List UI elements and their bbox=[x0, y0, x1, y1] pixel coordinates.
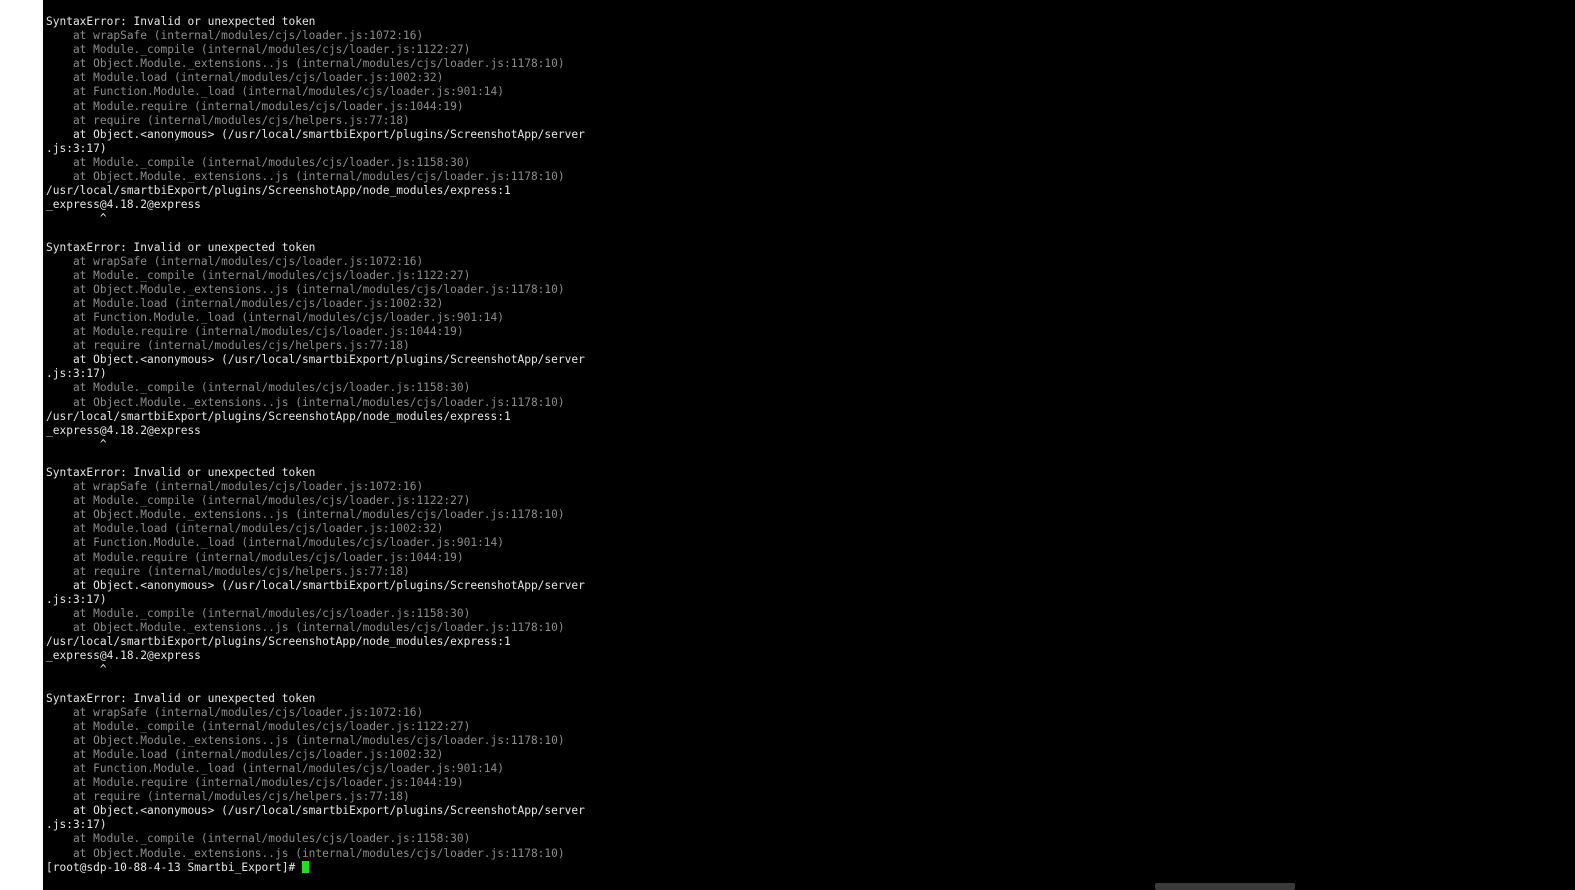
terminal-line: ^ bbox=[46, 437, 107, 451]
terminal-line: .js:3:17) bbox=[46, 818, 107, 832]
terminal-line: at Object.<anonymous> (/usr/local/smartb… bbox=[46, 578, 585, 592]
terminal-line: at Module.require (internal/modules/cjs/… bbox=[46, 550, 464, 564]
terminal-line: SyntaxError: Invalid or unexpected token bbox=[46, 240, 316, 254]
terminal-line: at Object.<anonymous> (/usr/local/smartb… bbox=[46, 804, 585, 818]
terminal-line: _express@4.18.2@express bbox=[46, 423, 201, 437]
terminal-line: at Object.Module._extensions..js (intern… bbox=[46, 508, 565, 522]
terminal-line: at Object.Module._extensions..js (intern… bbox=[46, 170, 565, 184]
terminal-line: at Module.require (internal/modules/cjs/… bbox=[46, 776, 464, 790]
terminal-line: at Module.require (internal/modules/cjs/… bbox=[46, 99, 464, 113]
terminal-line: at Module._compile (internal/modules/cjs… bbox=[46, 155, 471, 169]
terminal-line: at Module._compile (internal/modules/cjs… bbox=[46, 268, 471, 282]
terminal-line: at wrapSafe (internal/modules/cjs/loader… bbox=[46, 254, 424, 268]
terminal-line: at Object.Module._extensions..js (intern… bbox=[46, 57, 565, 71]
terminal-line: at require (internal/modules/cjs/helpers… bbox=[46, 790, 410, 804]
terminal-line: at Module._compile (internal/modules/cjs… bbox=[46, 832, 471, 846]
terminal-line: at Function.Module._load (internal/modul… bbox=[46, 536, 505, 550]
terminal-line: /usr/local/smartbiExport/plugins/Screens… bbox=[46, 184, 511, 198]
terminal-line: SyntaxError: Invalid or unexpected token bbox=[46, 691, 316, 705]
terminal-line: at Module._compile (internal/modules/cjs… bbox=[46, 606, 471, 620]
terminal-line: at Module.load (internal/modules/cjs/loa… bbox=[46, 747, 444, 761]
terminal-line: ^ bbox=[46, 663, 107, 677]
terminal-line: at Object.Module._extensions..js (intern… bbox=[46, 846, 565, 860]
terminal-line: .js:3:17) bbox=[46, 141, 107, 155]
terminal-line: at Module.load (internal/modules/cjs/loa… bbox=[46, 522, 444, 536]
terminal-line: _express@4.18.2@express bbox=[46, 198, 201, 212]
terminal-line: at Module._compile (internal/modules/cjs… bbox=[46, 381, 471, 395]
terminal-line: .js:3:17) bbox=[46, 367, 107, 381]
prompt-text: [root@sdp-10-88-4-13 Smartbi_Export]# bbox=[46, 860, 302, 874]
terminal-line: at Object.Module._extensions..js (intern… bbox=[46, 395, 565, 409]
screen: SyntaxError: Invalid or unexpected token… bbox=[0, 0, 1575, 890]
terminal-line: at Object.Module._extensions..js (intern… bbox=[46, 621, 565, 635]
shell-prompt[interactable]: [root@sdp-10-88-4-13 Smartbi_Export]# bbox=[46, 860, 1566, 875]
terminal-line: at wrapSafe (internal/modules/cjs/loader… bbox=[46, 29, 424, 43]
terminal-line: /usr/local/smartbiExport/plugins/Screens… bbox=[46, 635, 511, 649]
terminal-line: at Object.Module._extensions..js (intern… bbox=[46, 733, 565, 747]
terminal-line: at wrapSafe (internal/modules/cjs/loader… bbox=[46, 705, 424, 719]
terminal-line: at Object.Module._extensions..js (intern… bbox=[46, 282, 565, 296]
terminal-line: /usr/local/smartbiExport/plugins/Screens… bbox=[46, 409, 511, 423]
terminal-line: SyntaxError: Invalid or unexpected token bbox=[46, 15, 316, 28]
scrollbar-thumb[interactable] bbox=[1155, 883, 1295, 890]
terminal-line: at Module._compile (internal/modules/cjs… bbox=[46, 494, 471, 508]
terminal-line: at require (internal/modules/cjs/helpers… bbox=[46, 339, 410, 353]
terminal-line: at Function.Module._load (internal/modul… bbox=[46, 85, 505, 99]
terminal-output: SyntaxError: Invalid or unexpected token… bbox=[46, 15, 1566, 875]
terminal-line: SyntaxError: Invalid or unexpected token bbox=[46, 466, 316, 479]
terminal-line: at require (internal/modules/cjs/helpers… bbox=[46, 564, 410, 578]
terminal-line: at require (internal/modules/cjs/helpers… bbox=[46, 113, 410, 127]
terminal-line: .js:3:17) bbox=[46, 592, 107, 606]
terminal-line: at Function.Module._load (internal/modul… bbox=[46, 761, 505, 775]
text-cursor bbox=[301, 860, 309, 873]
terminal-line: at Object.<anonymous> (/usr/local/smartb… bbox=[46, 127, 585, 141]
terminal-line: at Module._compile (internal/modules/cjs… bbox=[46, 719, 471, 733]
terminal-line: at Module.require (internal/modules/cjs/… bbox=[46, 325, 464, 339]
terminal-line: at Module.load (internal/modules/cjs/loa… bbox=[46, 71, 444, 85]
terminal-line: at wrapSafe (internal/modules/cjs/loader… bbox=[46, 480, 424, 494]
terminal-line: at Module.load (internal/modules/cjs/loa… bbox=[46, 296, 444, 310]
terminal-line: ^ bbox=[46, 212, 107, 226]
terminal-line: at Module._compile (internal/modules/cjs… bbox=[46, 43, 471, 57]
terminal-line: at Object.<anonymous> (/usr/local/smartb… bbox=[46, 353, 585, 367]
terminal-window[interactable]: SyntaxError: Invalid or unexpected token… bbox=[43, 0, 1575, 890]
terminal-line: _express@4.18.2@express bbox=[46, 649, 201, 663]
terminal-line: at Function.Module._load (internal/modul… bbox=[46, 310, 505, 324]
